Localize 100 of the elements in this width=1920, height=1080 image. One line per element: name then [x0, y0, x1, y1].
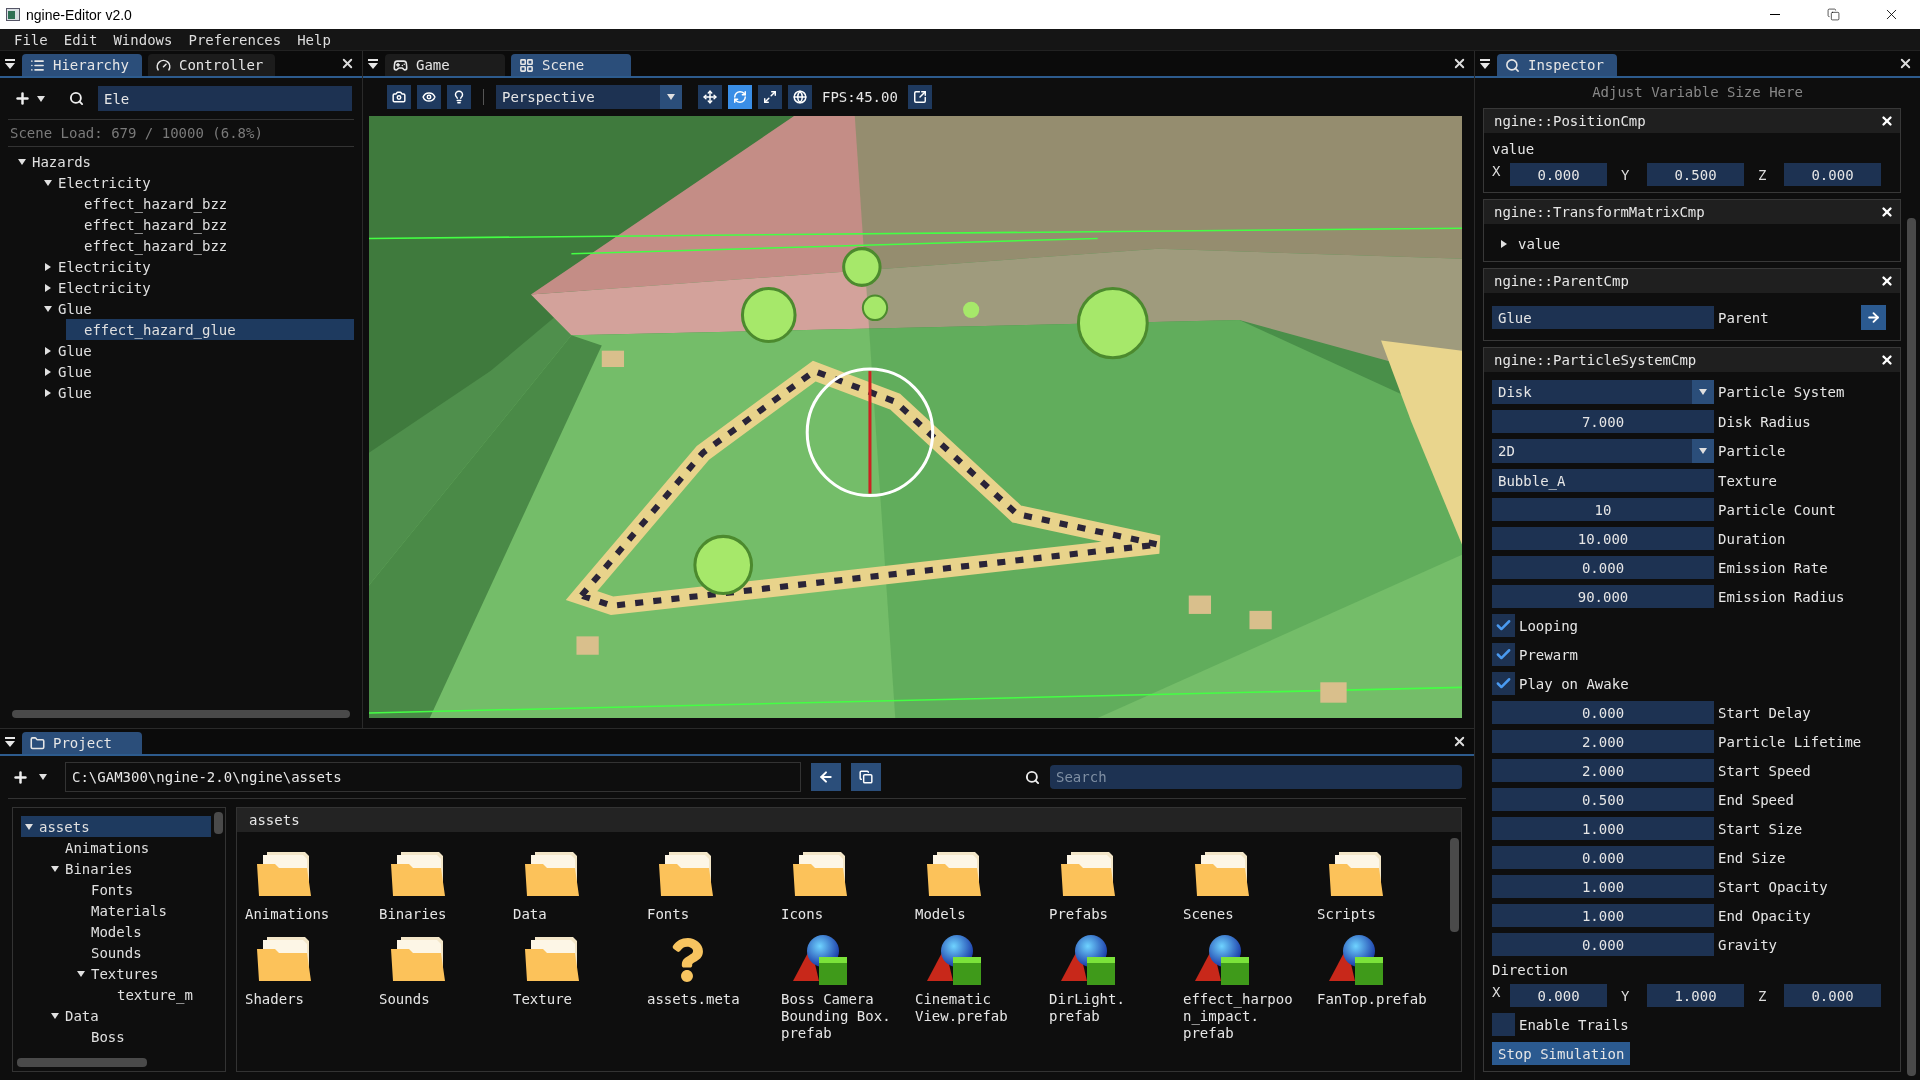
number-field[interactable]: 0.000: [1784, 984, 1881, 1007]
search-field[interactable]: Ele: [98, 86, 352, 111]
number-field[interactable]: 10: [1492, 498, 1714, 521]
tree-item[interactable]: Electricity: [40, 256, 354, 277]
panel-tab[interactable]: Game: [385, 54, 505, 76]
number-field[interactable]: 7.000: [1492, 410, 1714, 433]
caret-down-icon[interactable]: [39, 773, 47, 781]
caret-down-icon[interactable]: [77, 969, 85, 978]
tree-item[interactable]: assets: [21, 816, 211, 837]
camera-mode-dropdown[interactable]: Perspective: [496, 85, 682, 109]
checkbox[interactable]: [1492, 672, 1515, 695]
checkbox[interactable]: [1492, 614, 1515, 637]
add-icon[interactable]: [12, 768, 29, 786]
tree-item[interactable]: Models: [73, 921, 211, 942]
tree-item[interactable]: Fonts: [73, 879, 211, 900]
panel-tab[interactable]: Scene: [511, 54, 631, 76]
dropdown[interactable]: 2D: [1492, 439, 1714, 463]
panel-tab[interactable]: Hierarchy: [22, 54, 142, 76]
tree-item[interactable]: Animations: [47, 837, 211, 858]
caret-down-icon[interactable]: [44, 304, 52, 313]
number-field[interactable]: 90.000: [1492, 585, 1714, 608]
remove-icon[interactable]: [1880, 114, 1894, 128]
number-field[interactable]: 0.000: [1784, 163, 1881, 186]
number-field[interactable]: 0.000: [1510, 984, 1607, 1007]
checkbox[interactable]: [1492, 643, 1515, 666]
tree-item[interactable]: Binaries: [47, 858, 211, 879]
caret-right-icon[interactable]: [44, 367, 52, 376]
menu-item[interactable]: File: [6, 31, 56, 48]
number-field[interactable]: 1.000: [1492, 875, 1714, 898]
caret-down-icon[interactable]: [1699, 388, 1707, 396]
tree-item[interactable]: Glue: [40, 340, 354, 361]
menu-item[interactable]: Edit: [55, 31, 106, 48]
panel-tab[interactable]: Inspector: [1497, 54, 1617, 76]
number-field[interactable]: 2.000: [1492, 759, 1714, 782]
tree-item[interactable]: Materials: [73, 900, 211, 921]
scrollbar[interactable]: [17, 1058, 147, 1067]
number-field[interactable]: 10.000: [1492, 527, 1714, 550]
caret-down-icon[interactable]: [44, 178, 52, 187]
tree-item[interactable]: texture_m: [99, 984, 211, 1005]
maximize-button[interactable]: [907, 85, 932, 109]
caret-down-icon[interactable]: [37, 94, 45, 103]
checkbox[interactable]: [1492, 1013, 1515, 1036]
tree-item[interactable]: Hazards: [14, 151, 354, 172]
scale-button[interactable]: [758, 85, 782, 109]
tree-item[interactable]: Sounds: [73, 942, 211, 963]
lightbulb-button[interactable]: [447, 85, 471, 109]
tree-item[interactable]: effect_hazard_glue: [66, 319, 354, 340]
back-button[interactable]: [811, 763, 841, 791]
add-icon[interactable]: [14, 90, 31, 107]
number-field[interactable]: 2.000: [1492, 730, 1714, 753]
remove-icon[interactable]: [1880, 274, 1894, 288]
caret-right-icon[interactable]: [44, 346, 52, 355]
dropdown[interactable]: Disk: [1492, 380, 1714, 404]
caret-right-icon[interactable]: [44, 262, 52, 271]
panel-tab[interactable]: Project: [22, 732, 142, 754]
go-to-parent-button[interactable]: [1861, 305, 1886, 330]
camera-button[interactable]: [387, 85, 411, 109]
text-field[interactable]: Bubble_A: [1492, 469, 1714, 492]
caret-down-icon[interactable]: [667, 93, 675, 101]
tree-item[interactable]: Electricity: [40, 277, 354, 298]
caret-down-icon[interactable]: [1699, 447, 1707, 455]
menu-item[interactable]: Help: [289, 31, 339, 48]
number-field[interactable]: 0.000: [1492, 701, 1714, 724]
number-field[interactable]: 0.000: [1492, 933, 1714, 956]
menu-item[interactable]: Preferences: [180, 31, 290, 48]
tree-item[interactable]: Boss: [73, 1026, 211, 1047]
remove-icon[interactable]: [1880, 353, 1894, 367]
number-field[interactable]: 0.500: [1647, 163, 1744, 186]
panel-tab[interactable]: Controller: [148, 54, 276, 76]
tree-label[interactable]: value: [1518, 235, 1561, 252]
move-arrows-button[interactable]: [698, 85, 722, 109]
number-field[interactable]: 1.000: [1492, 904, 1714, 927]
scrollbar[interactable]: [1907, 218, 1916, 1076]
number-field[interactable]: 0.000: [1510, 163, 1607, 186]
number-field[interactable]: 0.000: [1492, 556, 1714, 579]
breadcrumb[interactable]: assets: [237, 808, 1461, 832]
text-field[interactable]: Glue: [1492, 306, 1714, 329]
caret-down-icon[interactable]: [51, 864, 59, 873]
number-field[interactable]: 0.500: [1492, 788, 1714, 811]
number-field[interactable]: 1.000: [1492, 817, 1714, 840]
stop-simulation-button[interactable]: Stop Simulation: [1492, 1042, 1631, 1065]
scrollbar[interactable]: [1450, 838, 1459, 932]
rotate-button[interactable]: [728, 85, 752, 109]
tree-item[interactable]: Glue: [40, 298, 354, 319]
number-field[interactable]: 0.000: [1492, 846, 1714, 869]
caret-right-icon[interactable]: [44, 388, 52, 397]
path-field[interactable]: C:\GAM300\ngine-2.0\ngine\assets: [65, 762, 801, 792]
tree-item[interactable]: Glue: [40, 382, 354, 403]
caret-right-icon[interactable]: [44, 283, 52, 292]
search-field[interactable]: Search: [1050, 765, 1462, 789]
panel-menu-icon[interactable]: [367, 57, 379, 70]
remove-icon[interactable]: [1880, 205, 1894, 219]
tree-item[interactable]: Glue: [40, 361, 354, 382]
tree-item[interactable]: Textures: [73, 963, 211, 984]
tree-item[interactable]: Data: [47, 1005, 211, 1026]
scrollbar[interactable]: [12, 710, 350, 718]
scrollbar[interactable]: [214, 812, 223, 834]
number-field[interactable]: 1.000: [1647, 984, 1744, 1007]
eye-button[interactable]: [417, 85, 441, 109]
panel-menu-icon[interactable]: [4, 57, 16, 70]
